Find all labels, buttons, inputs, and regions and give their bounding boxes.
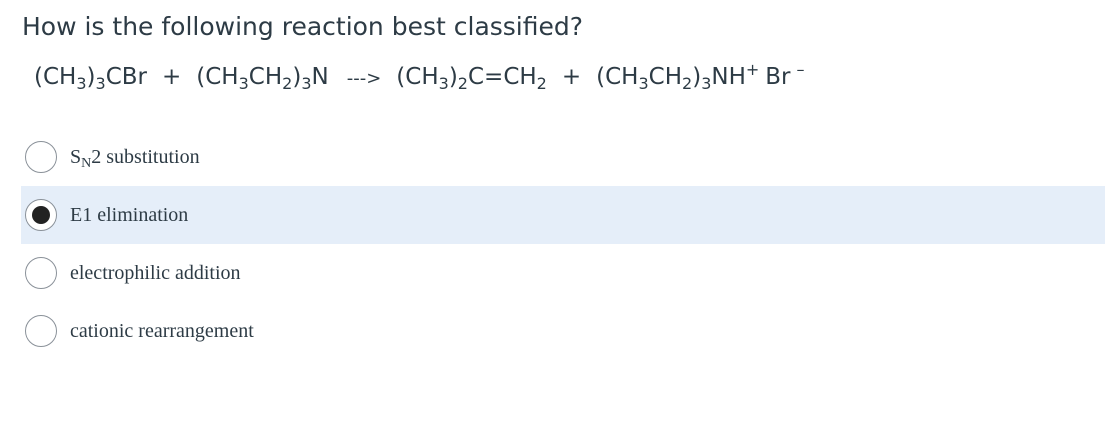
answer-option-sn2[interactable]: SN2 substitution [21, 128, 1105, 186]
radio-selected-dot [32, 206, 50, 224]
radio-button[interactable] [25, 141, 57, 173]
question-prompt: How is the following reaction best class… [22, 12, 584, 41]
product-isobutylene: (CH3)2C=CH2 [396, 64, 547, 93]
answer-list: SN2 substitution E1 elimination electrop… [21, 128, 1105, 360]
answer-label: electrophilic addition [70, 261, 241, 284]
answer-option-electrophilic-addition[interactable]: electrophilic addition [21, 244, 1105, 302]
reactant-tert-butyl-bromide: (CH3)3CBr [34, 64, 147, 93]
radio-button-selected[interactable] [25, 199, 57, 231]
reactant-triethylamine: (CH3CH2)3N [196, 64, 329, 93]
product-ammonium-bromide: (CH3CH2)3NH+ Br – [596, 60, 805, 93]
answer-label: SN2 substitution [70, 145, 200, 171]
reaction-equation: (CH3)3CBr + (CH3CH2)3N ---> (CH3)2C=CH2 … [34, 60, 805, 93]
answer-label: E1 elimination [70, 203, 189, 226]
reaction-arrow: ---> [346, 68, 382, 89]
answer-label: cationic rearrangement [70, 319, 254, 342]
answer-option-e1[interactable]: E1 elimination [21, 186, 1105, 244]
radio-button[interactable] [25, 315, 57, 347]
radio-button[interactable] [25, 257, 57, 289]
plus-sign: + [161, 64, 182, 90]
answer-option-cationic-rearrangement[interactable]: cationic rearrangement [21, 302, 1105, 360]
plus-sign: + [561, 64, 582, 90]
